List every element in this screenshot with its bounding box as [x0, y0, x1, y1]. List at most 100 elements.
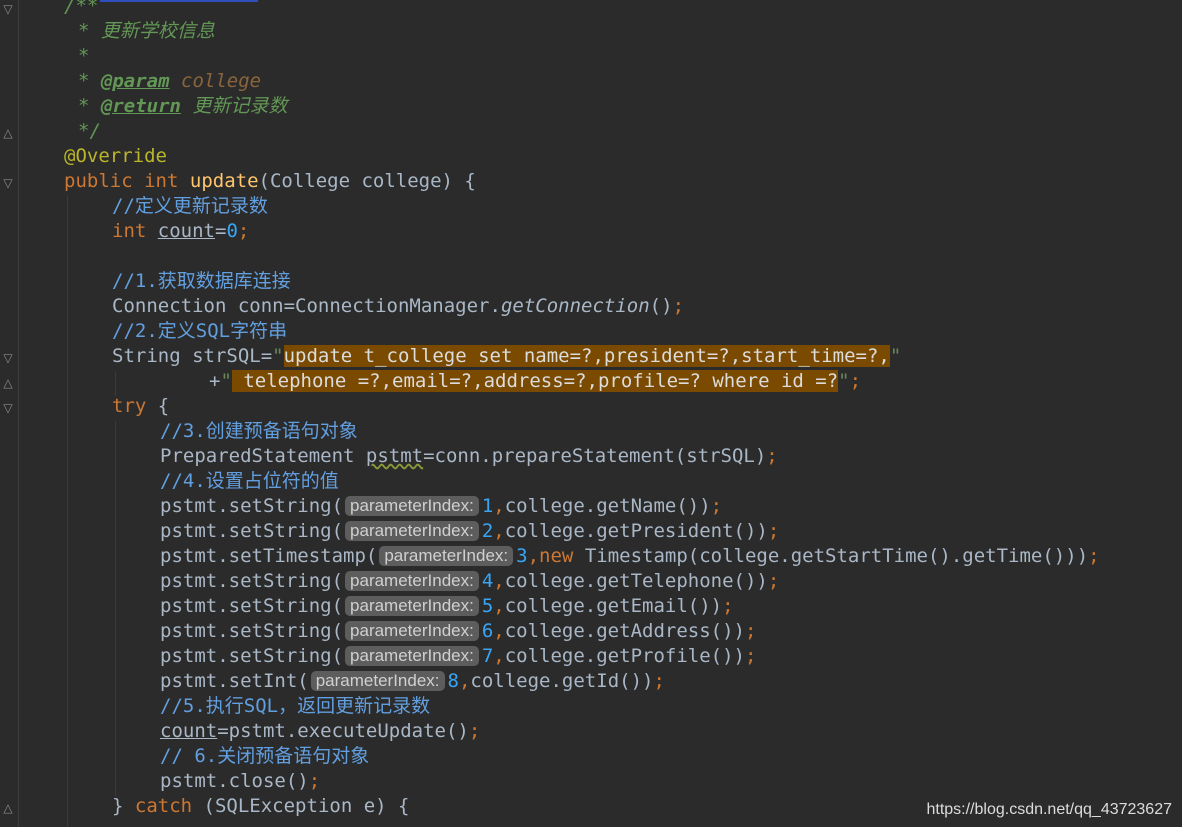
code-line: pstmt.close(); [160, 769, 320, 794]
code-line: pstmt.setInt(parameterIndex: 8,college.ge… [160, 669, 665, 694]
parameter-hint: parameterIndex: [345, 496, 479, 516]
keyword-new: new [539, 545, 574, 567]
semicolon: ; [308, 770, 321, 792]
selection-accent [100, 0, 258, 2]
comma: , [493, 620, 505, 642]
code-line: //1.获取数据库连接 [112, 269, 291, 294]
code-line: count=pstmt.executeUpdate(); [160, 719, 480, 744]
semicolon: ; [722, 595, 734, 617]
doc-return-desc: 更新记录数 [192, 95, 288, 117]
sql-string-part-1[interactable]: update t_college set name=?,president=?,… [283, 345, 890, 367]
variable-count[interactable]: count [158, 220, 215, 242]
method-arg: college.getEmail()) [504, 595, 723, 617]
number-literal: 2 [481, 520, 494, 542]
doc-star: * [78, 95, 90, 117]
indent-guide [115, 372, 116, 396]
comment: // 6.关闭预备语句对象 [160, 745, 370, 767]
parameter-hint: parameterIndex: [345, 646, 479, 666]
code-line: @Override [64, 144, 167, 169]
code-line: */ [78, 119, 101, 144]
method-call: pstmt.setString( [160, 645, 344, 667]
keyword-try: try [112, 395, 147, 417]
code-line: * @return 更新记录数 [78, 94, 287, 119]
code-line: try { [112, 394, 169, 419]
comma: , [493, 570, 505, 592]
semicolon: ; [237, 220, 250, 242]
comma: , [493, 495, 505, 517]
parameter-hint: parameterIndex: [310, 671, 445, 691]
variable-pstmt[interactable]: pstmt [366, 445, 423, 467]
quote: " [838, 370, 850, 392]
code-line: +" telephone =?,email=?,address=?,profil… [209, 369, 861, 394]
code-line: String strSQL="update t_college set name… [112, 344, 901, 369]
comma: , [493, 595, 505, 617]
comma: , [493, 520, 505, 542]
method-call: pstmt.setString( [160, 595, 344, 617]
comment: //1.获取数据库连接 [112, 270, 291, 292]
fold-collapse-icon[interactable]: ▽ [2, 177, 14, 189]
code-line: //定义更新记录数 [112, 194, 268, 219]
comment: //2.定义SQL字符串 [112, 320, 288, 342]
code-line: pstmt.setString(parameterIndex: 7,college… [160, 644, 756, 669]
comma: , [493, 645, 505, 667]
semicolon: ; [710, 495, 723, 517]
quote: " [220, 370, 232, 392]
semicolon: ; [766, 445, 778, 467]
method-arg: college.getPresident()) [504, 520, 768, 542]
code-line: * @param college [78, 69, 261, 94]
indent-guide [67, 196, 68, 827]
code-line: //5.执行SQL，返回更新记录数 [160, 694, 430, 719]
doc-tag-param: @param [100, 70, 170, 92]
fold-collapse-icon[interactable]: ▽ [2, 3, 14, 15]
fold-expand-icon[interactable]: △ [2, 802, 14, 814]
number-literal: 0 [226, 220, 238, 242]
method-arg: college.getProfile()) [504, 645, 745, 667]
indent-guide [115, 421, 116, 796]
semicolon: ; [653, 670, 665, 692]
method-call: pstmt.setTimestamp( [160, 545, 378, 567]
doc-close: */ [78, 120, 101, 142]
keyword-public: public [64, 170, 133, 192]
code-line: pstmt.setString(parameterIndex: 4,college… [160, 569, 779, 594]
method-arg: college.getId()) [470, 670, 654, 692]
code-line: pstmt.setString(parameterIndex: 2,college… [160, 519, 779, 544]
semicolon: ; [744, 620, 757, 642]
doc-star: * [78, 20, 90, 42]
code-line: /** [64, 0, 98, 19]
semicolon: ; [849, 370, 862, 392]
code-line: //3.创建预备语句对象 [160, 419, 358, 444]
semicolon: ; [767, 570, 780, 592]
code-editor[interactable]: ▽ △ ▽ ▽ △ ▽ △ /** * 更新学校信息 * * @param co… [0, 0, 1182, 827]
method-arg: Timestamp(college.getStartTime().getTime… [573, 545, 1089, 567]
brace: { [157, 395, 170, 417]
code-line: //4.设置占位符的值 [160, 469, 339, 494]
keyword-catch: catch [134, 795, 193, 817]
override-annotation: @Override [64, 145, 167, 167]
semicolon: ; [468, 720, 481, 742]
semicolon: ; [672, 295, 685, 317]
method-params: (College college) { [258, 170, 476, 192]
paren: ) [661, 295, 673, 317]
fold-expand-icon[interactable]: △ [2, 377, 14, 389]
method-call: pstmt.close() [160, 770, 309, 792]
parameter-hint: parameterIndex: [379, 546, 514, 566]
fold-expand-icon[interactable]: △ [2, 127, 14, 139]
operator: = [214, 220, 227, 242]
variable-count[interactable]: count [160, 720, 217, 742]
doc-param-name: college [181, 70, 262, 92]
fold-collapse-icon[interactable]: ▽ [2, 402, 14, 414]
type-name: PreparedStatement [160, 445, 366, 467]
sql-string-part-2[interactable]: telephone =?,email=?,address=?,profile=?… [231, 370, 839, 392]
method-name[interactable]: update [190, 170, 259, 192]
method-call: pstmt.setString( [160, 495, 344, 517]
operator: + [209, 370, 221, 392]
fold-collapse-icon[interactable]: ▽ [2, 352, 14, 364]
method-call: pstmt.setString( [160, 570, 344, 592]
comment: //定义更新记录数 [112, 195, 268, 217]
keyword-int: int [112, 220, 147, 242]
brace: } [112, 795, 124, 817]
code-line: // 6.关闭预备语句对象 [160, 744, 369, 769]
doc-star: * [78, 70, 90, 92]
static-method-call[interactable]: getConnection [501, 295, 650, 317]
doc-star: * [78, 45, 90, 67]
